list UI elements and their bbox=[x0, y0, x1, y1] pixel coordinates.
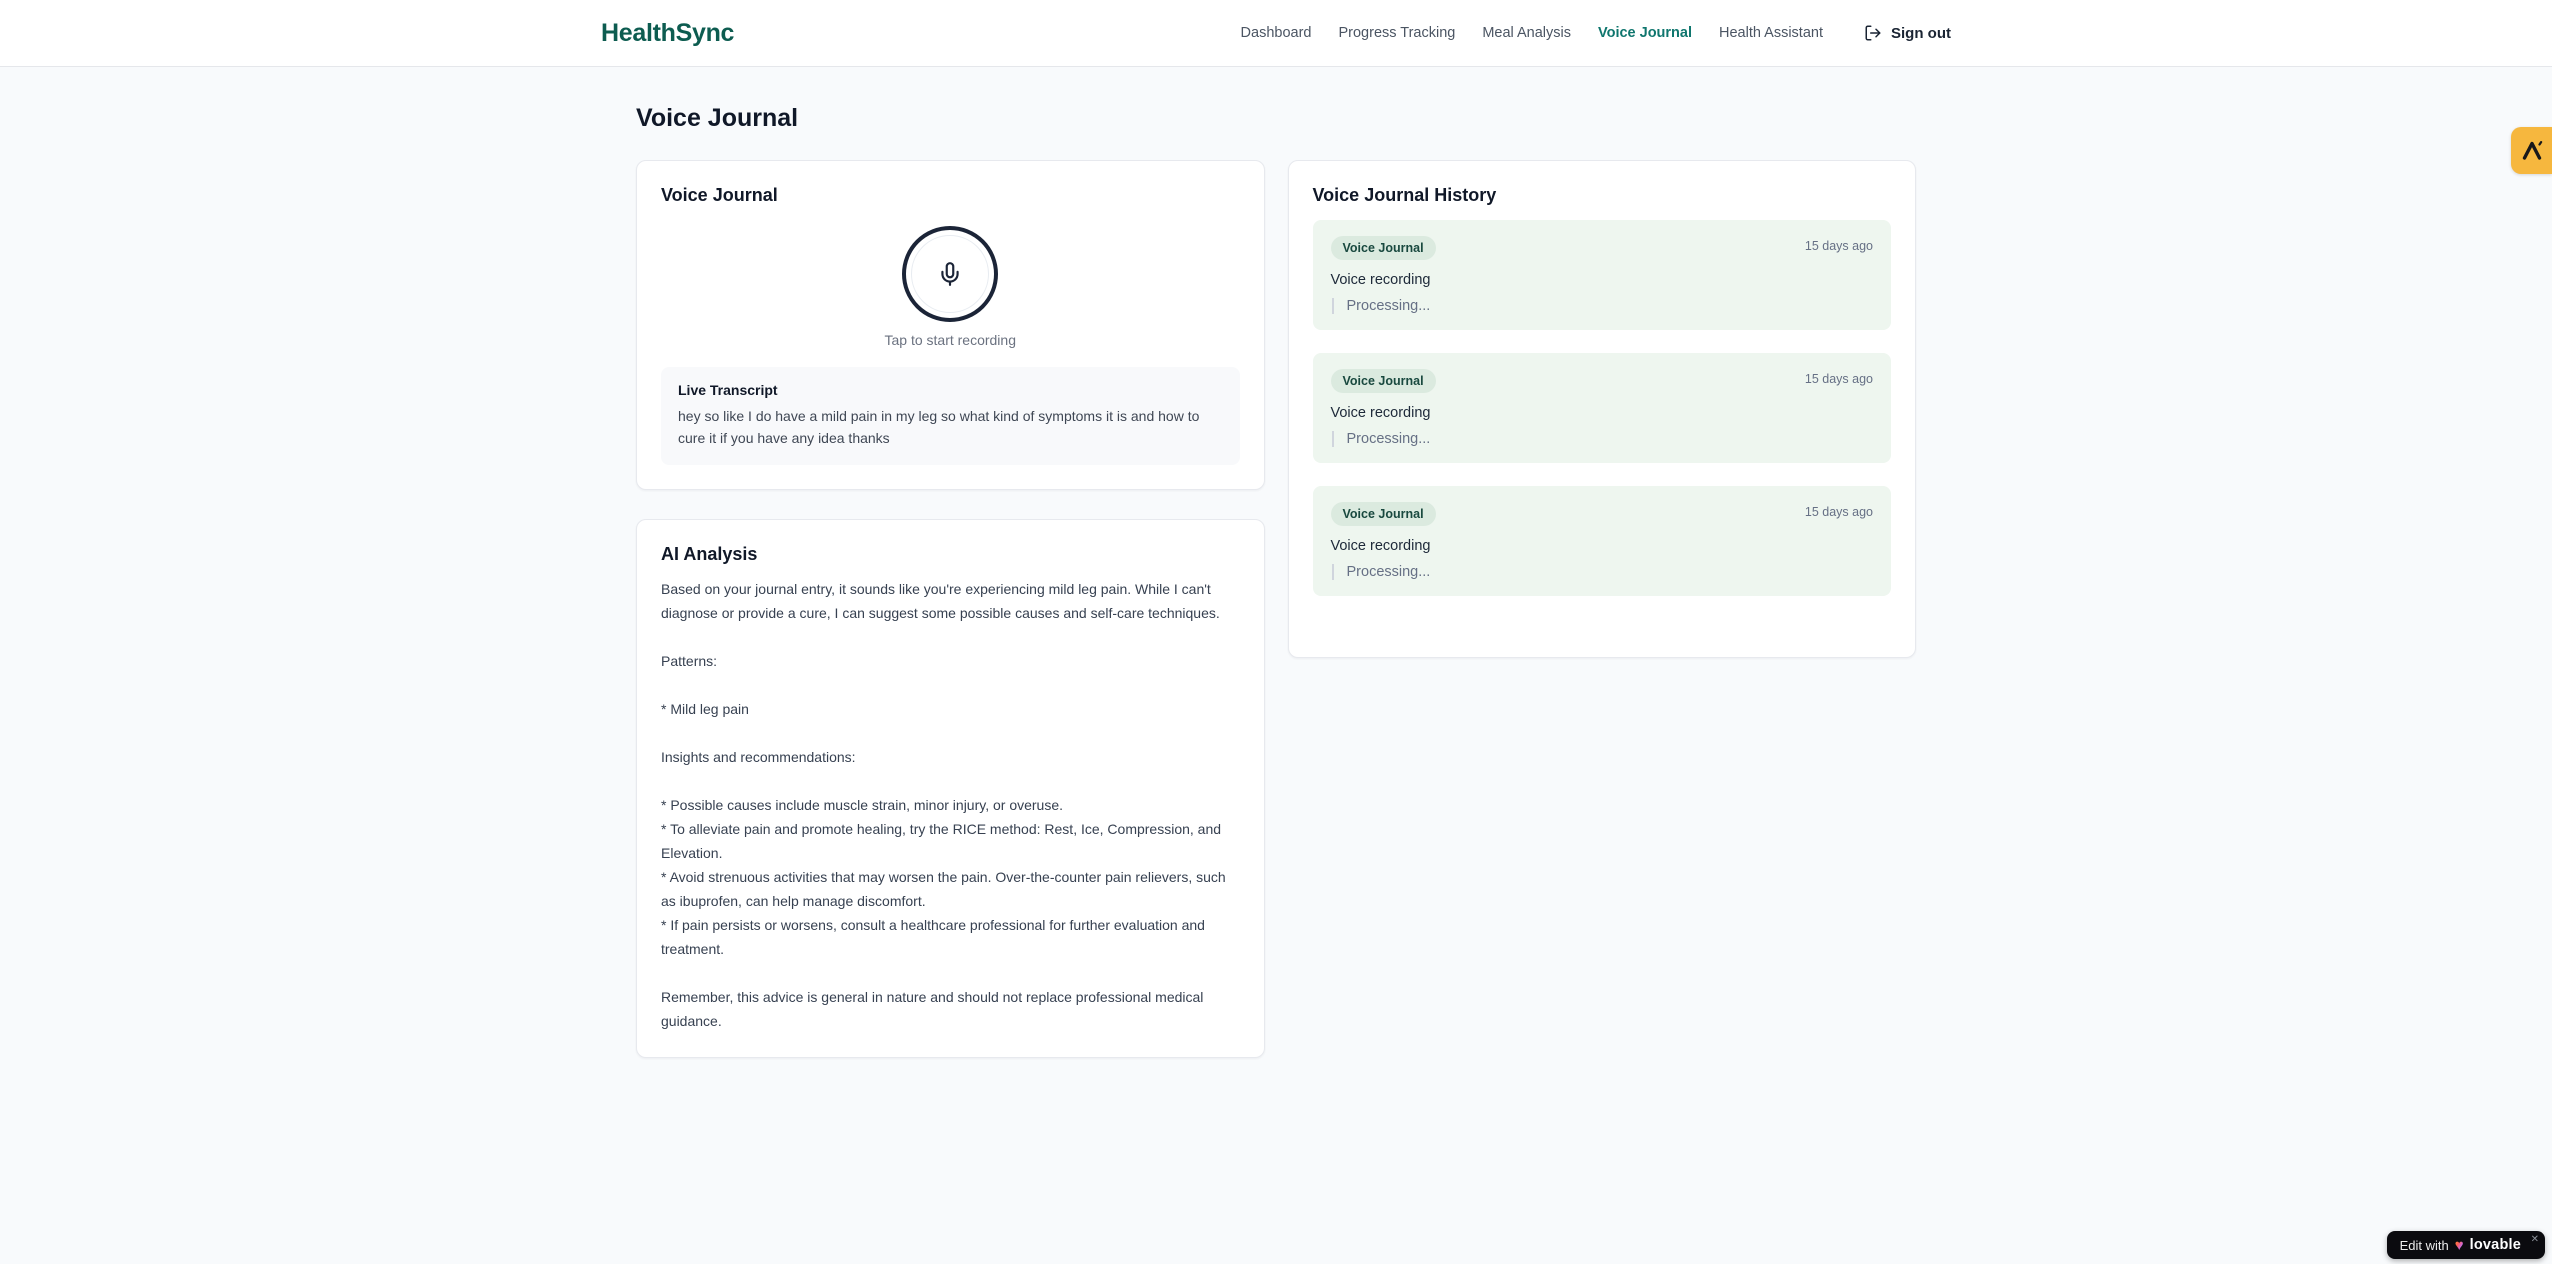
history-entry[interactable]: Voice Journal 15 days ago Voice recordin… bbox=[1312, 486, 1891, 596]
page-title: Voice Journal bbox=[636, 104, 799, 132]
app-logo: HealthSync bbox=[601, 18, 735, 47]
nav-item-health-assistant[interactable]: Health Assistant bbox=[1719, 25, 1823, 41]
nav-item-meal-analysis[interactable]: Meal Analysis bbox=[1482, 25, 1571, 41]
badge-close-icon[interactable]: ✕ bbox=[2531, 1234, 2539, 1245]
main-nav: Dashboard Progress Tracking Meal Analysi… bbox=[1241, 24, 1951, 42]
lovable-brand-label: lovable bbox=[2469, 1237, 2521, 1253]
microphone-icon bbox=[941, 262, 959, 286]
live-transcript-text: hey so like I do have a mild pain in my … bbox=[678, 408, 1200, 447]
entry-type-badge: Voice Journal bbox=[1330, 369, 1436, 393]
history-entry[interactable]: Voice Journal 15 days ago Voice recordin… bbox=[1312, 220, 1891, 330]
tap-to-record-hint: Tap to start recording bbox=[884, 332, 1016, 348]
feedback-widget-icon bbox=[2522, 140, 2542, 160]
entry-timestamp: 15 days ago bbox=[1804, 239, 1873, 253]
nav-item-voice-journal[interactable]: Voice Journal bbox=[1598, 25, 1692, 41]
nav-item-progress-tracking[interactable]: Progress Tracking bbox=[1338, 25, 1455, 41]
top-navbar: HealthSync Dashboard Progress Tracking M… bbox=[0, 0, 2552, 67]
voice-recorder-card: Voice Journal Tap to start recording Liv… bbox=[636, 160, 1265, 490]
sign-out-label: Sign out bbox=[1891, 24, 1951, 42]
history-card-title: Voice Journal History bbox=[1312, 185, 1497, 205]
recorder-card-title: Voice Journal bbox=[661, 185, 778, 205]
log-out-icon bbox=[1865, 25, 1881, 41]
ai-analysis-card: AI Analysis Based on your journal entry,… bbox=[636, 518, 1265, 1058]
entry-processing-status: Processing... bbox=[1331, 298, 1874, 314]
entry-type-badge: Voice Journal bbox=[1330, 502, 1436, 526]
entry-timestamp: 15 days ago bbox=[1804, 372, 1873, 386]
entry-processing-status: Processing... bbox=[1331, 564, 1874, 580]
entry-label: Voice recording bbox=[1330, 272, 1431, 288]
sign-out-button[interactable]: Sign out bbox=[1864, 24, 1951, 42]
live-transcript-box: Live Transcript hey so like I do have a … bbox=[661, 367, 1240, 465]
voice-journal-history-card: Voice Journal History Voice Journal 15 d… bbox=[1287, 160, 1916, 658]
entry-timestamp: 15 days ago bbox=[1804, 505, 1873, 519]
entry-processing-status: Processing... bbox=[1331, 431, 1874, 447]
entry-type-badge: Voice Journal bbox=[1330, 236, 1436, 260]
ai-analysis-title: AI Analysis bbox=[661, 543, 758, 564]
ai-analysis-body: Based on your journal entry, it sounds l… bbox=[661, 580, 1226, 1029]
nav-item-dashboard[interactable]: Dashboard bbox=[1241, 25, 1312, 41]
history-entry[interactable]: Voice Journal 15 days ago Voice recordin… bbox=[1312, 353, 1891, 463]
main-content: Voice Journal Voice Journal Tap to start… bbox=[636, 67, 1916, 1058]
edit-with-label: Edit with bbox=[2399, 1237, 2449, 1253]
entry-label: Voice recording bbox=[1330, 538, 1431, 554]
live-transcript-title: Live Transcript bbox=[678, 382, 778, 398]
lovable-heart-icon: ♥ bbox=[2454, 1236, 2464, 1254]
record-button[interactable] bbox=[902, 226, 999, 322]
feedback-widget-tab[interactable] bbox=[2511, 127, 2552, 174]
edit-with-lovable-badge[interactable]: Edit with ♥ lovable ✕ bbox=[2386, 1231, 2545, 1259]
entry-label: Voice recording bbox=[1330, 405, 1431, 421]
